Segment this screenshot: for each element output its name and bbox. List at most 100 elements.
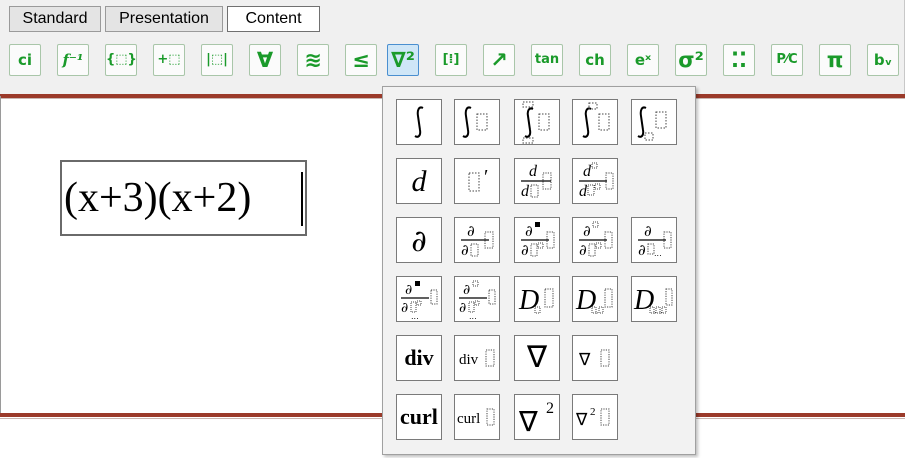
svg-text:d: d	[579, 183, 588, 200]
prime-derivative-button[interactable]: ′	[454, 158, 500, 204]
trig-icon: tan	[534, 52, 560, 67]
partial-fraction-multi-button[interactable]: ∂ ∂ ...	[631, 217, 677, 263]
math-expression-box[interactable]: (x+3)(x+2)	[60, 160, 307, 236]
ci-button[interactable]: ci	[9, 44, 41, 76]
nabla-icon: ∇	[526, 340, 548, 375]
curl-icon: curl	[400, 404, 438, 429]
calculus-button[interactable]: ∇²	[387, 44, 419, 76]
statistics-icon: σ²	[678, 48, 704, 72]
hyperbolic-icon: ch	[585, 51, 605, 69]
differential-d-button[interactable]: d	[396, 158, 442, 204]
D-operator-button[interactable]: D	[514, 276, 560, 322]
tab-presentation[interactable]: Presentation	[105, 6, 223, 32]
vector-icon: ↗	[490, 48, 508, 72]
derivative-nth-icon: d d	[579, 162, 614, 200]
top-chrome: Standard Presentation Content ci f⁻¹ {⬚}…	[0, 0, 905, 94]
vector-button[interactable]: ↗	[483, 44, 515, 76]
svg-text:∂: ∂	[463, 282, 470, 298]
partial-fraction-button[interactable]: ∂ ∂	[454, 217, 500, 263]
absolute-value-icon: |⬚|	[206, 52, 228, 67]
D-operator-two-icon: D ,	[575, 285, 613, 316]
for-all-button[interactable]: ∀	[249, 44, 281, 76]
nabla-box-icon: ∇	[578, 349, 610, 370]
curl-box-label: curl	[457, 411, 480, 427]
integral-interval-icon	[637, 106, 667, 141]
derivative-nth-button[interactable]: d d	[572, 158, 618, 204]
svg-text:∂: ∂	[401, 300, 408, 316]
tab-content[interactable]: Content	[227, 6, 320, 32]
div-box-icon: div	[459, 349, 495, 368]
pi-icon: π	[826, 48, 844, 72]
less-equal-button[interactable]: ≤	[345, 44, 377, 76]
math-expression[interactable]: (x+3)(x+2)	[62, 174, 305, 222]
matrix-button[interactable]: [⁞]	[435, 44, 467, 76]
pi-button[interactable]: π	[819, 44, 851, 76]
div-icon: div	[404, 345, 434, 370]
derivative-fraction-icon: d d	[521, 163, 552, 200]
nabla-box-button[interactable]: ∇	[572, 335, 618, 381]
inverse-function-button[interactable]: f⁻¹	[57, 44, 89, 76]
svg-text:D: D	[518, 285, 539, 316]
div-button[interactable]: div	[396, 335, 442, 381]
svg-text:...: ...	[469, 312, 477, 321]
integral-button[interactable]	[396, 99, 442, 145]
svg-text:,: ,	[596, 307, 598, 315]
set-button[interactable]: {⬚}	[105, 44, 137, 76]
partial-button[interactable]: ∂	[396, 217, 442, 263]
laplacian-nabla: ∇	[518, 405, 538, 438]
integral-icon	[414, 106, 424, 138]
set-icon: {⬚}	[106, 52, 137, 67]
partial-mixed-power-button[interactable]: ∂ ∂ ...	[454, 276, 500, 322]
laplacian-button[interactable]: ∇ 2	[514, 394, 560, 440]
hyperbolic-button[interactable]: ch	[579, 44, 611, 76]
svg-text:∂: ∂	[638, 241, 646, 259]
relations-icon: ≋	[304, 48, 322, 72]
bound-variable-button[interactable]: bᵥ	[867, 44, 899, 76]
trig-button[interactable]: tan	[531, 44, 563, 76]
exponential-button[interactable]: eˣ	[627, 44, 659, 76]
partial-mixed-order-button[interactable]: ∂ ∂ ...	[396, 276, 442, 322]
editor-left-border	[0, 96, 1, 414]
laplacian-box-button[interactable]: ∇ 2	[572, 394, 618, 440]
partial-fraction-power-button[interactable]: ∂ ∂	[572, 217, 618, 263]
svg-text:∂: ∂	[644, 222, 652, 240]
for-all-icon: ∀	[256, 48, 274, 72]
grid-button[interactable]: ⁚⁚	[723, 44, 755, 76]
grid-icon: ⁚⁚	[731, 48, 747, 72]
partial-icon: ∂	[411, 224, 427, 259]
integral-lower-button[interactable]	[572, 99, 618, 145]
statistics-button[interactable]: σ²	[675, 44, 707, 76]
partial-fraction-order-button[interactable]: ∂ ∂	[514, 217, 560, 263]
integral-lower-icon	[582, 102, 610, 138]
D-operator-icon: D	[518, 285, 554, 316]
combinatorics-button[interactable]: P⁄C	[771, 44, 803, 76]
svg-text:∂: ∂	[579, 241, 587, 259]
svg-text:d: d	[521, 183, 530, 200]
relations-button[interactable]: ≋	[297, 44, 329, 76]
curl-button[interactable]: curl	[396, 394, 442, 440]
derivative-fraction-button[interactable]: d d	[514, 158, 560, 204]
integral-interval-button[interactable]	[631, 99, 677, 145]
D-operator-two-button[interactable]: D ,	[572, 276, 618, 322]
svg-text:...: ...	[654, 249, 662, 258]
tab-standard[interactable]: Standard	[9, 6, 101, 32]
D-operator-three-button[interactable]: D , ,	[631, 276, 677, 322]
integral-box-button[interactable]	[454, 99, 500, 145]
div-box-button[interactable]: div	[454, 335, 500, 381]
curl-box-icon: curl	[457, 408, 495, 427]
svg-text:∂: ∂	[459, 300, 466, 316]
curl-box-button[interactable]: curl	[454, 394, 500, 440]
arithmetic-button[interactable]: +⬚	[153, 44, 185, 76]
laplacian-icon: ∇ 2	[518, 400, 554, 438]
partial-fraction-icon: ∂ ∂	[461, 222, 494, 259]
partial-mixed-power-icon: ∂ ∂ ...	[459, 280, 496, 321]
calculus-icon: ∇²	[391, 48, 415, 72]
differential-d-icon: d	[412, 165, 428, 198]
nabla-button[interactable]: ∇	[514, 335, 560, 381]
integral-box-icon	[462, 106, 488, 138]
svg-text:D: D	[575, 285, 596, 316]
laplacian-box-nabla: ∇	[575, 410, 588, 430]
integral-bounds-button[interactable]	[514, 99, 560, 145]
absolute-value-button[interactable]: |⬚|	[201, 44, 233, 76]
svg-text:∂: ∂	[583, 222, 591, 240]
